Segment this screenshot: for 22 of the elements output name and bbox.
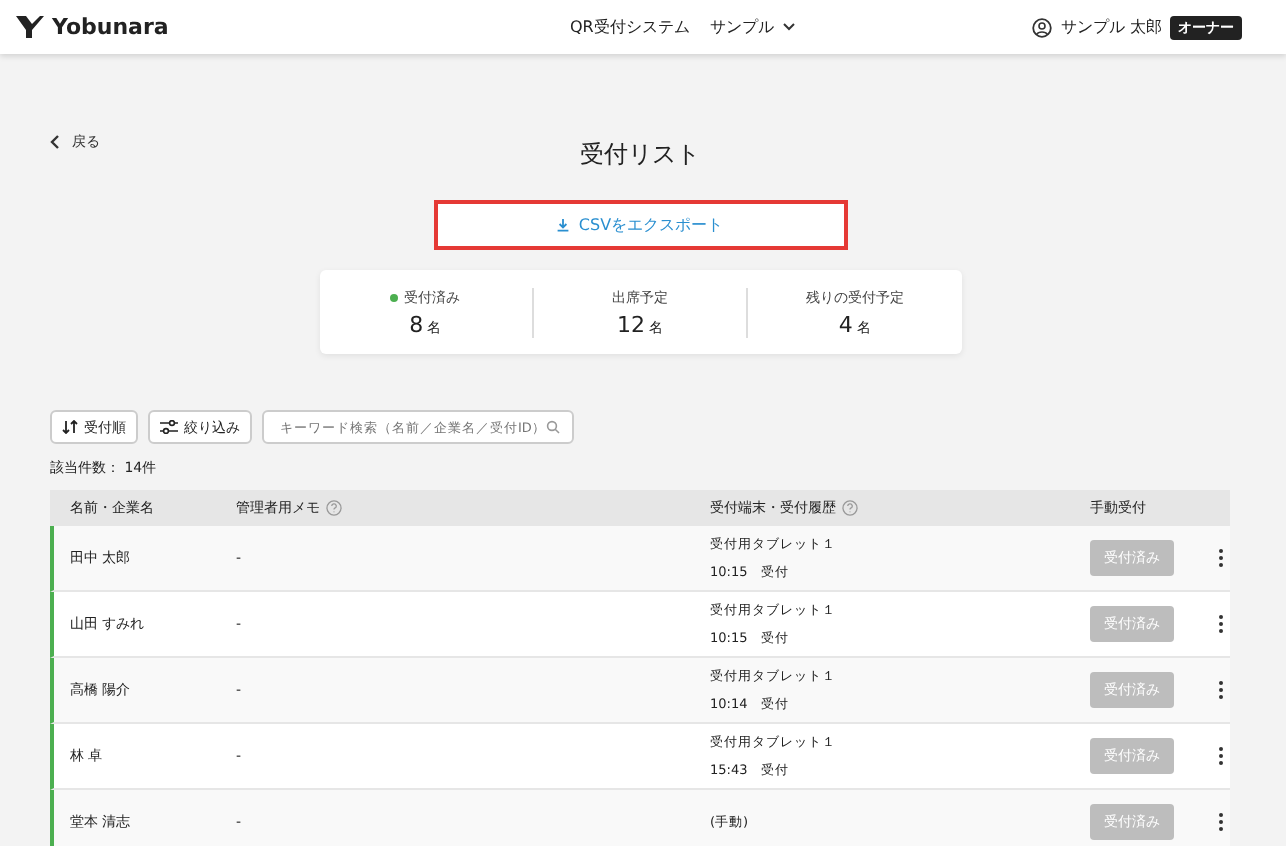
chevron-left-icon bbox=[50, 134, 60, 150]
more-icon[interactable] bbox=[1218, 680, 1224, 700]
sliders-icon bbox=[160, 420, 178, 434]
stat-value: 4 bbox=[838, 311, 853, 337]
logo-icon bbox=[16, 16, 44, 38]
logo-text: Yobunara bbox=[52, 14, 169, 40]
stat-value: 12 bbox=[616, 311, 645, 337]
user-icon[interactable] bbox=[1032, 17, 1053, 37]
more-icon[interactable] bbox=[1218, 812, 1224, 832]
nav-dropdown[interactable]: サンプル bbox=[709, 16, 796, 38]
nav-link[interactable]: QR受付システム bbox=[570, 16, 690, 38]
sort-icon bbox=[62, 420, 78, 434]
more-icon[interactable] bbox=[1218, 614, 1224, 634]
chevron-down-icon bbox=[781, 22, 796, 32]
more-icon[interactable] bbox=[1218, 548, 1224, 568]
more-icon[interactable] bbox=[1218, 746, 1224, 766]
search-icon bbox=[546, 420, 560, 434]
download-icon bbox=[556, 218, 571, 232]
user-name[interactable]: サンプル 太郎 bbox=[1060, 16, 1162, 38]
page-title: 受付リスト bbox=[580, 138, 700, 172]
stat-value: 8 bbox=[409, 311, 424, 337]
export-csv-button[interactable]: CSVをエクスポート bbox=[433, 200, 847, 250]
